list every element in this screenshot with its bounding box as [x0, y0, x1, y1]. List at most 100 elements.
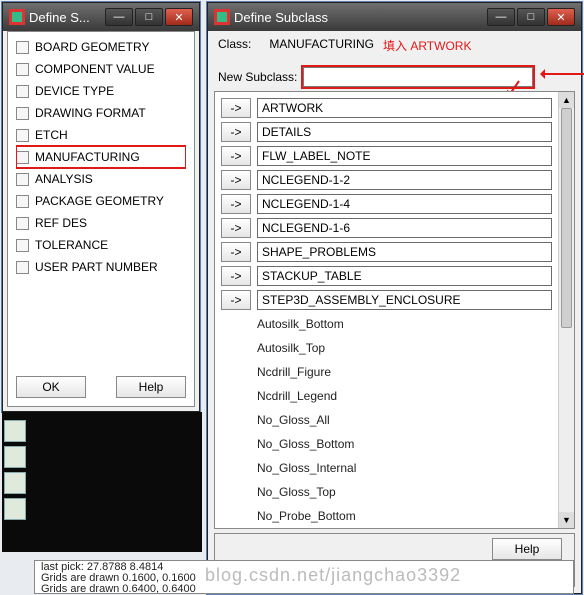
new-subclass-input[interactable]	[303, 67, 533, 87]
class-list-item[interactable]: PACKAGE GEOMETRY	[16, 190, 186, 212]
subclass-name-input[interactable]	[257, 170, 552, 190]
class-list-label: PACKAGE GEOMETRY	[35, 194, 164, 208]
checkbox-icon[interactable]	[16, 129, 29, 142]
go-button[interactable]: ->	[221, 146, 251, 166]
go-button[interactable]: ->	[221, 98, 251, 118]
go-button[interactable]: ->	[221, 170, 251, 190]
go-button[interactable]: ->	[221, 266, 251, 286]
canvas-area	[2, 412, 202, 552]
window-title: Define Subclass	[234, 10, 487, 25]
subclass-name-input[interactable]	[257, 218, 552, 238]
subclass-list: ->->->->->->->->->Autosilk_BottomAutosil…	[214, 91, 575, 529]
checkbox-icon[interactable]	[16, 63, 29, 76]
scroll-up-icon[interactable]: ▲	[559, 92, 574, 108]
help-button[interactable]: Help	[116, 376, 186, 398]
class-value: MANUFACTURING	[269, 37, 374, 51]
class-list-item[interactable]: MANUFACTURING	[16, 146, 186, 168]
subclass-name-input[interactable]	[257, 122, 552, 142]
checkbox-icon[interactable]	[16, 261, 29, 274]
go-button[interactable]: ->	[221, 218, 251, 238]
subclass-name-input[interactable]	[257, 146, 552, 166]
close-button[interactable]: ✕	[165, 8, 193, 26]
subclass-row-readonly: Autosilk_Bottom	[221, 312, 552, 336]
define-subclass-list-window: Define S... — □ ✕ BOARD GEOMETRY COMPONEN…	[2, 2, 200, 412]
subclass-name-input[interactable]	[257, 98, 552, 118]
go-button[interactable]: ->	[221, 122, 251, 142]
scrollbar[interactable]: ▲ ▼	[558, 92, 574, 528]
class-list-item[interactable]: ETCH	[16, 124, 186, 146]
subclass-row: ->	[221, 216, 552, 240]
class-list-item[interactable]: DEVICE TYPE	[16, 80, 186, 102]
subclass-row-readonly: No_Gloss_Internal	[221, 456, 552, 480]
class-list-item[interactable]: ANALYSIS	[16, 168, 186, 190]
checkbox-icon[interactable]	[16, 195, 29, 208]
log-line: Grids are drawn 0.6400, 0.6400	[41, 584, 567, 594]
checkbox-icon[interactable]	[16, 85, 29, 98]
checkbox-icon[interactable]	[16, 151, 29, 164]
subclass-name-input[interactable]	[257, 242, 552, 262]
subclass-name-input[interactable]	[257, 194, 552, 214]
tool-palette	[2, 416, 30, 524]
subclass-name-label: Ncdrill_Legend	[221, 389, 552, 403]
subclass-row-readonly: No_Probe_Bottom	[221, 504, 552, 528]
subclass-row-readonly: Autosilk_Top	[221, 336, 552, 360]
subclass-row-readonly: Ncdrill_Legend	[221, 384, 552, 408]
checkbox-icon[interactable]	[16, 217, 29, 230]
subclass-name-label: No_Gloss_All	[221, 413, 552, 427]
subclass-name-input[interactable]	[257, 266, 552, 286]
class-list-label: ANALYSIS	[35, 172, 93, 186]
subclass-row: ->	[221, 288, 552, 312]
subclass-row: ->	[221, 264, 552, 288]
class-list-item[interactable]: TOLERANCE	[16, 234, 186, 256]
titlebar[interactable]: Define S... — □ ✕	[3, 3, 199, 31]
class-list-label: DEVICE TYPE	[35, 84, 114, 98]
checkbox-icon[interactable]	[16, 239, 29, 252]
class-list-label: COMPONENT VALUE	[35, 62, 155, 76]
tool-icon[interactable]	[4, 446, 26, 468]
go-button[interactable]: ->	[221, 290, 251, 310]
go-button[interactable]: ->	[221, 194, 251, 214]
class-list-item[interactable]: BOARD GEOMETRY	[16, 36, 186, 58]
class-list-item[interactable]: USER PART NUMBER	[16, 256, 186, 278]
command-log: last pick: 27.8788 8.4814 Grids are draw…	[34, 560, 574, 594]
subclass-row: ->	[221, 168, 552, 192]
subclass-row-readonly: No_Gloss_Bottom	[221, 432, 552, 456]
class-list[interactable]: BOARD GEOMETRY COMPONENT VALUE DEVICE TYPE…	[16, 36, 186, 362]
ok-button[interactable]: OK	[16, 376, 86, 398]
class-list-item[interactable]: DRAWING FORMAT	[16, 102, 186, 124]
minimize-button[interactable]: —	[105, 8, 133, 26]
class-list-label: MANUFACTURING	[35, 150, 140, 164]
close-button[interactable]: ✕	[547, 8, 575, 26]
maximize-button[interactable]: □	[517, 8, 545, 26]
subclass-name-input[interactable]	[257, 290, 552, 310]
minimize-button[interactable]: —	[487, 8, 515, 26]
define-subclass-window: Define Subclass — □ ✕ Class: MANUFACTURI…	[207, 2, 582, 594]
subclass-row-readonly: Ncdrill_Figure	[221, 360, 552, 384]
subclass-row-readonly: No_Gloss_All	[221, 408, 552, 432]
subclass-name-label: No_Probe_Bottom	[221, 509, 552, 523]
subclass-row-readonly: No_Gloss_Top	[221, 480, 552, 504]
class-label: Class:	[218, 37, 251, 51]
class-list-label: DRAWING FORMAT	[35, 106, 146, 120]
tool-icon[interactable]	[4, 420, 26, 442]
subclass-name-label: No_Gloss_Internal	[221, 461, 552, 475]
app-icon	[214, 9, 230, 25]
help-button[interactable]: Help	[492, 538, 562, 560]
subclass-row: ->	[221, 192, 552, 216]
go-button[interactable]: ->	[221, 242, 251, 262]
subclass-row: ->	[221, 120, 552, 144]
scroll-thumb[interactable]	[561, 108, 572, 328]
class-list-label: ETCH	[35, 128, 68, 142]
checkbox-icon[interactable]	[16, 173, 29, 186]
subclass-row: ->	[221, 144, 552, 168]
checkbox-icon[interactable]	[16, 107, 29, 120]
class-list-item[interactable]: COMPONENT VALUE	[16, 58, 186, 80]
subclass-name-label: No_Gloss_Top	[221, 485, 552, 499]
titlebar[interactable]: Define Subclass — □ ✕	[208, 3, 581, 31]
scroll-down-icon[interactable]: ▼	[559, 512, 574, 528]
checkbox-icon[interactable]	[16, 41, 29, 54]
tool-icon[interactable]	[4, 498, 26, 520]
maximize-button[interactable]: □	[135, 8, 163, 26]
tool-icon[interactable]	[4, 472, 26, 494]
class-list-item[interactable]: REF DES	[16, 212, 186, 234]
